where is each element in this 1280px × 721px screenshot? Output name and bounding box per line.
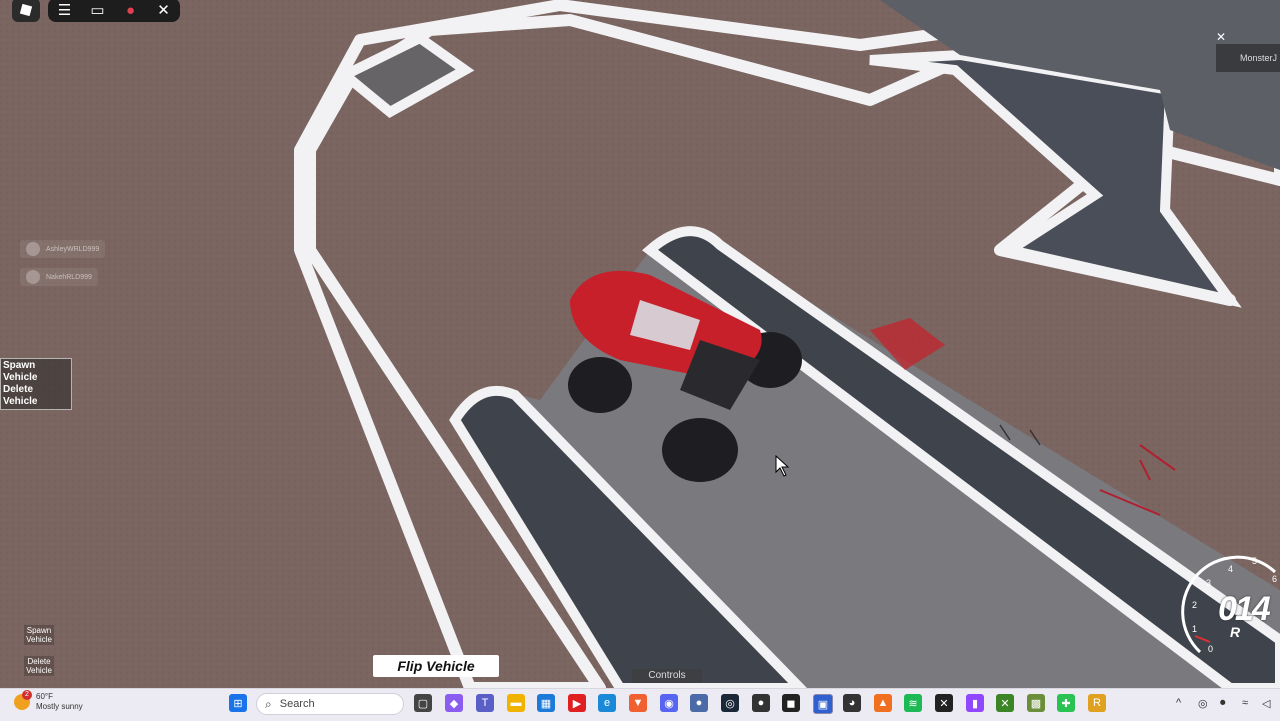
spotify-icon[interactable]: ≋ <box>904 694 922 712</box>
player-list-item[interactable]: NakehRLD999 <box>20 268 98 286</box>
avatar <box>26 270 40 284</box>
windows-start-icon[interactable]: ⊞ <box>229 694 247 712</box>
speedo-tick: 3 <box>1206 578 1211 588</box>
speedo-tick: 2 <box>1192 600 1197 610</box>
speedo-tick: 6 <box>1272 574 1277 584</box>
wifi-icon[interactable]: ≈ <box>1242 697 1248 709</box>
player-list-item[interactable]: AshleyWRLD999 <box>20 240 106 258</box>
weather-widget[interactable]: 2 60°F Mostly sunny <box>14 690 83 712</box>
roblox-studio-icon[interactable]: ▣ <box>813 694 833 714</box>
minecraft-icon[interactable]: ▩ <box>1027 694 1045 712</box>
steam-icon[interactable]: ◎ <box>721 694 739 712</box>
copilot-icon[interactable]: ◆ <box>445 694 463 712</box>
teams-icon[interactable]: T <box>476 694 494 712</box>
app-icon[interactable]: ● <box>690 694 708 712</box>
edge-icon[interactable]: e <box>598 694 616 712</box>
app-r-icon[interactable]: R <box>1088 694 1106 712</box>
close-icon[interactable]: ✕ <box>1216 30 1226 44</box>
file-explorer-icon[interactable]: ▬ <box>507 694 525 712</box>
gear-indicator: R <box>1230 624 1241 640</box>
speedo-tick: 1 <box>1192 624 1197 634</box>
spawn-vehicle-small-button[interactable]: Spawn Vehicle <box>24 625 54 645</box>
flip-vehicle-button[interactable]: Flip Vehicle <box>373 655 499 677</box>
roblox-taskbar-icon[interactable]: ◼ <box>782 694 800 712</box>
speed-readout: 014 <box>1218 590 1271 628</box>
app-record-icon[interactable]: ● <box>752 694 770 712</box>
speedo-tick: 5 <box>1252 556 1257 566</box>
game-viewport[interactable] <box>0 0 1280 688</box>
weather-condition: Mostly sunny <box>36 702 83 711</box>
monster-label: MonsterJ <box>1216 44 1280 72</box>
xbox-icon[interactable]: ✕ <box>996 694 1014 712</box>
youtube-icon[interactable]: ▶ <box>568 694 586 712</box>
twitch-icon[interactable]: ▮ <box>966 694 984 712</box>
button-label: Delete <box>27 657 51 666</box>
roblox-menu-bar: ☰ ▭ ● ✕ <box>48 0 180 22</box>
github-icon[interactable]: ◕ <box>843 694 861 712</box>
tray-app-icon[interactable]: ◎ <box>1198 697 1208 710</box>
search-icon: ⌕ <box>265 696 272 711</box>
delete-vehicle-button[interactable]: Delete Vehicle <box>3 384 69 408</box>
task-view-icon[interactable]: ▢ <box>414 694 432 712</box>
weather-sun-icon: 2 <box>14 690 32 710</box>
player-name: NakehRLD999 <box>46 273 92 281</box>
tray-microphone-icon[interactable]: ⏺ <box>1220 697 1226 710</box>
emote-icon[interactable]: ✕ <box>153 0 175 21</box>
speedo-tick: 0 <box>1208 644 1213 654</box>
avatar <box>26 242 40 256</box>
roblox-logo-icon <box>19 3 33 17</box>
button-label: Vehicle <box>26 635 52 644</box>
roblox-logo-button[interactable] <box>12 0 40 22</box>
search-placeholder: Search <box>279 698 315 710</box>
button-label: Spawn <box>26 626 52 635</box>
side-button-group: Spawn Vehicle Delete Vehicle <box>0 358 72 410</box>
button-label: Vehicle <box>26 666 52 675</box>
app-green-icon[interactable]: ✚ <box>1057 694 1075 712</box>
vlc-icon[interactable]: ▲ <box>874 694 892 712</box>
player-name: AshleyWRLD999 <box>46 245 100 253</box>
taskbar-search[interactable]: ⌕ Search <box>256 693 404 715</box>
spawn-vehicle-button[interactable]: Spawn Vehicle <box>3 360 69 384</box>
delete-vehicle-small-button[interactable]: Delete Vehicle <box>24 656 54 676</box>
chat-icon[interactable]: ▭ <box>87 0 109 21</box>
weather-temperature: 60°F <box>36 692 53 701</box>
discord-icon[interactable]: ◉ <box>660 694 678 712</box>
tray-chevron-icon[interactable]: ^ <box>1176 697 1181 709</box>
speedo-tick: 4 <box>1228 564 1233 574</box>
capcut-icon[interactable]: ✕ <box>935 694 953 712</box>
controls-button[interactable]: Controls <box>632 669 702 683</box>
brave-icon[interactable]: ▼ <box>629 694 647 712</box>
notification-badge: 2 <box>22 690 32 700</box>
store-icon[interactable]: ▦ <box>537 694 555 712</box>
microphone-icon[interactable]: ● <box>120 0 142 21</box>
hamburger-menu-icon[interactable]: ☰ <box>54 0 76 21</box>
volume-icon[interactable]: ◁ <box>1262 697 1270 710</box>
